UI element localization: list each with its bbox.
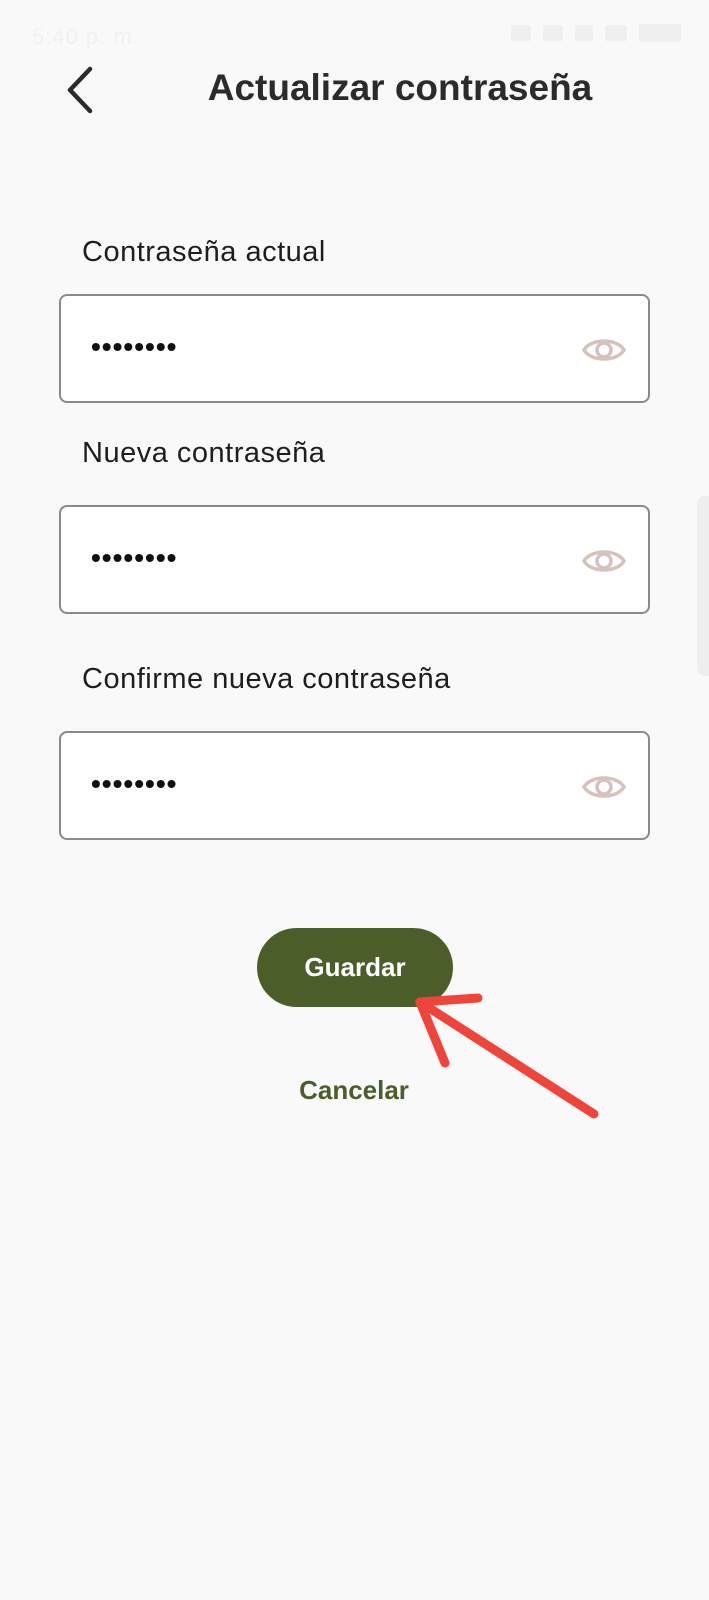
current-password-visibility-toggle[interactable] — [582, 330, 626, 370]
signal-secondary-icon — [605, 25, 627, 41]
wifi-icon — [543, 25, 563, 41]
new-password-value: •••••••• — [91, 542, 178, 573]
current-password-label: Contraseña actual — [82, 236, 326, 268]
page-title: Actualizar contraseña — [207, 67, 593, 108]
confirm-password-visibility-toggle[interactable] — [582, 767, 626, 807]
status-time: 5:40 p. m. — [32, 24, 140, 49]
new-password-field[interactable]: •••••••• — [59, 505, 650, 614]
chevron-left-icon — [67, 66, 93, 114]
cancel-link[interactable]: Cancelar — [254, 1075, 454, 1106]
eye-icon — [582, 339, 626, 361]
confirm-password-value: •••••••• — [91, 768, 178, 799]
new-password-visibility-toggle[interactable] — [582, 541, 626, 581]
edge-panel-handle[interactable] — [697, 496, 709, 676]
status-icons — [511, 24, 681, 42]
new-password-label: Nueva contraseña — [82, 437, 326, 469]
annotation-arrow-icon — [415, 993, 599, 1119]
battery-icon — [639, 24, 681, 42]
confirm-password-field[interactable]: •••••••• — [59, 731, 650, 840]
confirm-password-label: Confirme nueva contraseña — [82, 663, 451, 695]
back-button[interactable] — [50, 52, 110, 128]
eye-icon — [582, 550, 626, 572]
data-saver-icon — [511, 25, 531, 41]
signal-icon — [575, 25, 593, 41]
current-password-field[interactable]: •••••••• — [59, 294, 650, 403]
current-password-value: •••••••• — [91, 331, 178, 362]
eye-icon — [582, 776, 626, 798]
